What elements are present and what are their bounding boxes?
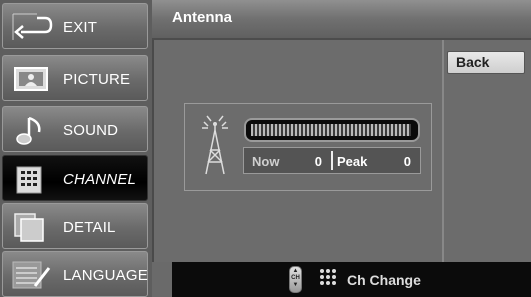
back-button[interactable]: Back xyxy=(447,51,525,74)
menu-item-detail[interactable]: DETAIL xyxy=(2,203,148,249)
signal-readout: Now 0 Peak 0 xyxy=(243,147,421,174)
signal-strength-meter xyxy=(244,118,420,142)
now-value: 0 xyxy=(314,154,322,169)
ch-icon-text: CH xyxy=(291,275,300,281)
picture-icon xyxy=(14,67,48,91)
title-bar: Antenna xyxy=(152,0,531,40)
menu-label-sound: SOUND xyxy=(63,122,119,139)
exit-arrow-icon xyxy=(12,13,53,40)
signal-strength-fill xyxy=(251,124,412,136)
music-note-icon xyxy=(16,116,41,145)
menu-label-language: LANGUAGE xyxy=(63,267,148,284)
ch-rocker-icon: ▲ CH ▼ xyxy=(289,266,302,293)
menu-label-picture: PICTURE xyxy=(63,71,131,88)
now-label: Now xyxy=(252,154,280,169)
menu-item-picture[interactable]: PICTURE xyxy=(2,55,148,101)
ch-change-label: Ch Change xyxy=(347,272,421,288)
page-title: Antenna xyxy=(172,9,232,26)
channel-grid-icon xyxy=(16,166,42,194)
menu-label-channel: CHANNEL xyxy=(63,171,137,188)
language-icon xyxy=(12,261,51,289)
menu-item-exit[interactable]: EXIT xyxy=(2,3,148,49)
menu-item-language[interactable]: LANGUAGE xyxy=(2,251,148,297)
peak-label: Peak xyxy=(337,154,368,169)
number-keypad-icon xyxy=(320,269,336,285)
detail-pages-icon xyxy=(14,213,44,242)
menu-item-channel[interactable]: CHANNEL xyxy=(2,155,148,201)
menu-label-exit: EXIT xyxy=(63,19,98,36)
menu-item-sound[interactable]: SOUND xyxy=(2,106,148,152)
peak-value: 0 xyxy=(403,154,411,169)
antenna-tower-icon xyxy=(202,115,228,175)
readout-divider xyxy=(331,151,333,170)
menu-label-detail: DETAIL xyxy=(63,219,116,236)
side-menu: EXIT PICTURE SOUND CHANNEL DETAIL LANGUA… xyxy=(0,0,152,297)
